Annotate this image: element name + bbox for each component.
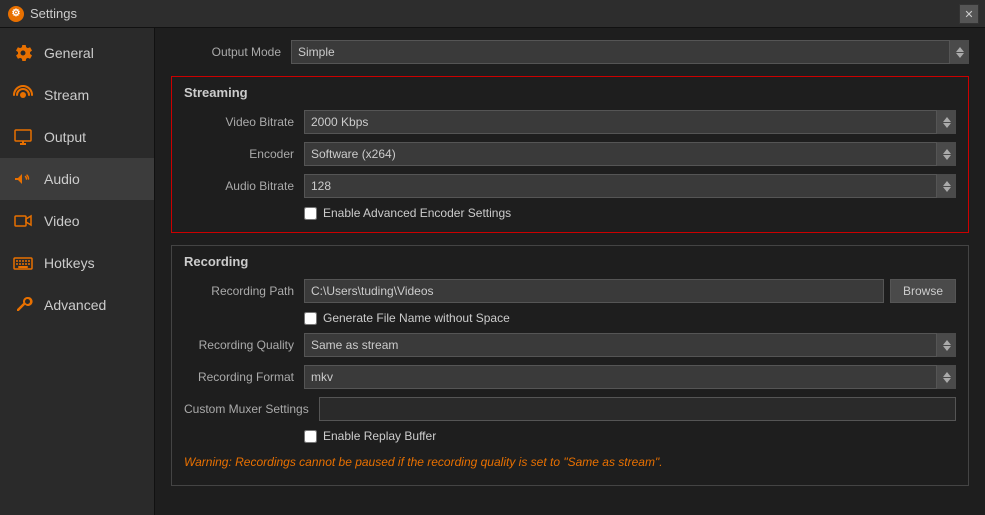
- content-area: Output Mode Simple Advanced Streaming Vi…: [155, 28, 985, 515]
- sidebar-item-advanced[interactable]: Advanced: [0, 284, 154, 326]
- audio-bitrate-row: Audio Bitrate 128 64 192 320: [184, 174, 956, 198]
- wrench-icon: [12, 294, 34, 316]
- video-bitrate-row: Video Bitrate 2000 Kbps 1000 Kbps 3000 K…: [184, 110, 956, 134]
- enable-replay-label: Enable Replay Buffer: [323, 429, 436, 443]
- recording-quality-select[interactable]: Same as stream High Quality Lossless: [304, 333, 956, 357]
- title-bar: ⚙ Settings ✕: [0, 0, 985, 28]
- sidebar-item-hotkeys-label: Hotkeys: [44, 255, 95, 271]
- warning-text: Warning: Recordings cannot be paused if …: [184, 451, 956, 473]
- output-mode-select[interactable]: Simple Advanced: [291, 40, 969, 64]
- video-bitrate-select[interactable]: 2000 Kbps 1000 Kbps 3000 Kbps 4000 Kbps: [304, 110, 956, 134]
- audio-bitrate-label: Audio Bitrate: [184, 179, 294, 193]
- sidebar-item-output[interactable]: Output: [0, 116, 154, 158]
- title-bar-text: Settings: [30, 6, 77, 21]
- encoder-row: Encoder Software (x264) Hardware (NVENC): [184, 142, 956, 166]
- encoder-select[interactable]: Software (x264) Hardware (NVENC): [304, 142, 956, 166]
- video-bitrate-label: Video Bitrate: [184, 115, 294, 129]
- recording-path-label: Recording Path: [184, 284, 294, 298]
- recording-section: Recording Recording Path Browse Generate…: [171, 245, 969, 486]
- encoder-select-wrapper: Software (x264) Hardware (NVENC): [304, 142, 956, 166]
- sidebar-item-advanced-label: Advanced: [44, 297, 106, 313]
- custom-muxer-label: Custom Muxer Settings: [184, 402, 309, 416]
- recording-path-row: Recording Path Browse: [184, 279, 956, 303]
- sidebar-item-stream-label: Stream: [44, 87, 89, 103]
- generate-filename-row: Generate File Name without Space: [304, 311, 956, 325]
- recording-path-input[interactable]: [304, 279, 884, 303]
- recording-quality-select-wrapper: Same as stream High Quality Lossless: [304, 333, 956, 357]
- generate-filename-checkbox[interactable]: [304, 312, 317, 325]
- main-layout: General Stream: [0, 28, 985, 515]
- recording-format-select[interactable]: mkv mp4 flv ts: [304, 365, 956, 389]
- enable-advanced-label: Enable Advanced Encoder Settings: [323, 206, 511, 220]
- sidebar-item-audio-label: Audio: [44, 171, 80, 187]
- encoder-label: Encoder: [184, 147, 294, 161]
- output-icon: [12, 126, 34, 148]
- close-button[interactable]: ✕: [959, 4, 979, 24]
- audio-bitrate-select[interactable]: 128 64 192 320: [304, 174, 956, 198]
- sidebar-item-video-label: Video: [44, 213, 80, 229]
- custom-muxer-input[interactable]: [319, 397, 956, 421]
- output-mode-label: Output Mode: [171, 45, 281, 59]
- sidebar: General Stream: [0, 28, 155, 515]
- stream-icon: [12, 84, 34, 106]
- sidebar-item-general[interactable]: General: [0, 32, 154, 74]
- enable-replay-row: Enable Replay Buffer: [304, 429, 956, 443]
- recording-format-row: Recording Format mkv mp4 flv ts: [184, 365, 956, 389]
- streaming-section-title: Streaming: [184, 85, 956, 100]
- enable-replay-checkbox[interactable]: [304, 430, 317, 443]
- audio-icon: [12, 168, 34, 190]
- sidebar-item-video[interactable]: Video: [0, 200, 154, 242]
- gear-icon: [12, 42, 34, 64]
- recording-section-title: Recording: [184, 254, 956, 269]
- output-mode-select-wrapper: Simple Advanced: [291, 40, 969, 64]
- recording-format-select-wrapper: mkv mp4 flv ts: [304, 365, 956, 389]
- recording-quality-row: Recording Quality Same as stream High Qu…: [184, 333, 956, 357]
- video-bitrate-select-wrapper: 2000 Kbps 1000 Kbps 3000 Kbps 4000 Kbps: [304, 110, 956, 134]
- recording-quality-label: Recording Quality: [184, 338, 294, 352]
- sidebar-item-hotkeys[interactable]: Hotkeys: [0, 242, 154, 284]
- enable-advanced-row: Enable Advanced Encoder Settings: [304, 206, 956, 220]
- sidebar-item-general-label: General: [44, 45, 94, 61]
- streaming-section: Streaming Video Bitrate 2000 Kbps 1000 K…: [171, 76, 969, 233]
- generate-filename-label: Generate File Name without Space: [323, 311, 510, 325]
- sidebar-item-output-label: Output: [44, 129, 86, 145]
- sidebar-item-stream[interactable]: Stream: [0, 74, 154, 116]
- custom-muxer-row: Custom Muxer Settings: [184, 397, 956, 421]
- video-icon: [12, 210, 34, 232]
- browse-button[interactable]: Browse: [890, 279, 956, 303]
- output-mode-row: Output Mode Simple Advanced: [171, 40, 969, 64]
- recording-format-label: Recording Format: [184, 370, 294, 384]
- app-icon: ⚙: [8, 6, 24, 22]
- sidebar-item-audio[interactable]: Audio: [0, 158, 154, 200]
- keyboard-icon: [12, 252, 34, 274]
- audio-bitrate-select-wrapper: 128 64 192 320: [304, 174, 956, 198]
- enable-advanced-checkbox[interactable]: [304, 207, 317, 220]
